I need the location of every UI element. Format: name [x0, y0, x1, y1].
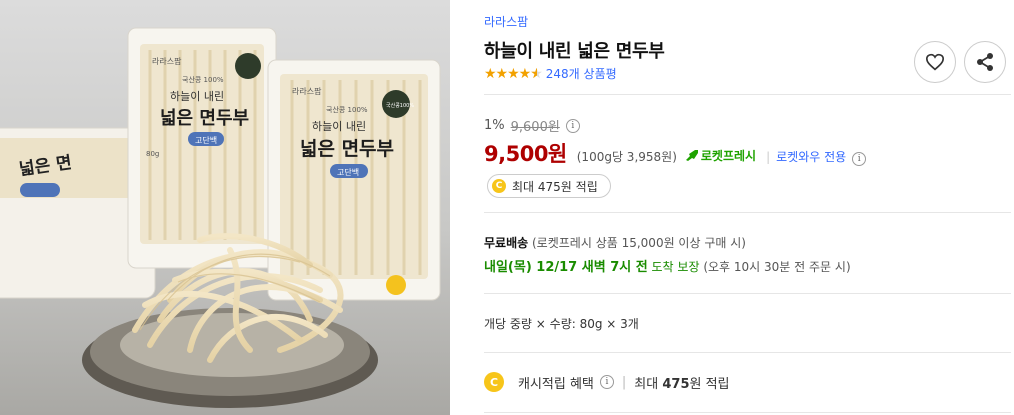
divider: [484, 212, 1011, 213]
share-button[interactable]: [964, 41, 1006, 83]
free-shipping-condition: (로켓프레시 상품 15,000원 이상 구매 시): [532, 236, 746, 250]
svg-text:라라스팜: 라라스팜: [152, 56, 182, 66]
product-title: 하늘이 내린 넓은 면두부: [484, 41, 665, 62]
review-count-link[interactable]: 248개 상품평: [546, 65, 617, 82]
package-center: 라라스팜 국산콩 100% 하늘이 내린 넓은 면두부 고단백 80g: [127, 27, 277, 269]
wishlist-button[interactable]: [914, 41, 956, 83]
svg-text:넓은 면두부: 넓은 면두부: [300, 138, 394, 160]
svg-text:라라스팜: 라라스팜: [292, 86, 322, 96]
divider: [484, 352, 1011, 353]
svg-text:국산콩 100%: 국산콩 100%: [326, 105, 368, 114]
svg-text:80g: 80g: [146, 150, 159, 158]
svg-text:하늘이 내린: 하늘이 내린: [312, 119, 366, 133]
free-shipping-row: 무료배송 (로켓프레시 상품 15,000원 이상 구매 시): [484, 234, 746, 251]
coin-icon: C: [484, 372, 504, 392]
share-icon: [977, 53, 993, 71]
svg-text:고단백: 고단백: [337, 167, 359, 177]
info-icon[interactable]: i: [852, 152, 867, 166]
svg-text:국산콩 100%: 국산콩 100%: [182, 75, 224, 84]
original-price: 9,600원: [510, 120, 560, 135]
discount-rate: 1%: [484, 118, 505, 133]
rocket-fresh-badge: 로켓프레시: [685, 147, 756, 164]
cash-reward-text: 최대 475원 적립: [512, 179, 598, 194]
brand-link[interactable]: 라라스팜: [484, 13, 528, 30]
coin-icon: C: [492, 179, 506, 193]
arrival-row: 내일(목) 12/17 새벽 7시 전 도착 보장 (오후 10시 30분 전 …: [484, 256, 851, 275]
divider: [484, 293, 1011, 294]
svg-text:국산콩100%: 국산콩100%: [386, 102, 414, 109]
arrival-note: (오후 10시 30분 전 주문 시): [703, 260, 851, 274]
price-row: 9,500원 (100g당 3,958원) 로켓프레시 | 로켓와우 전용 i: [484, 138, 867, 168]
svg-text:하늘이 내린: 하늘이 내린: [170, 89, 224, 103]
free-shipping-label: 무료배송: [484, 236, 529, 250]
separator: |: [621, 374, 627, 390]
sale-price: 9,500원: [484, 142, 567, 166]
product-image[interactable]: 넓은 면 라라스팜 국산콩 100% 하늘이 내린 넓은 면두부 고단백 80g: [0, 0, 450, 415]
cash-benefit-label: 캐시적립 혜택: [518, 376, 594, 392]
package-right: 라라스팜 국산콩 100% 하늘이 내린 넓은 면두부 고단백 국산콩100%: [267, 59, 441, 301]
rocket-icon: [685, 150, 698, 161]
divider: [484, 94, 1011, 95]
unit-price: (100g당 3,958원): [576, 150, 677, 164]
rocket-wow-label: 로켓와우 전용: [776, 150, 847, 164]
star-rating: ★★★★★: [484, 66, 543, 82]
rocket-fresh-label: 로켓프레시: [700, 148, 757, 163]
product-spec: 개당 중량 × 수량: 80g × 3개: [484, 317, 639, 331]
svg-text:넓은 면두부: 넓은 면두부: [160, 108, 249, 129]
heart-icon: [925, 53, 945, 71]
info-icon[interactable]: i: [599, 375, 614, 389]
divider: [484, 412, 1011, 413]
arrival-guarantee: 도착 보장: [651, 260, 700, 274]
discount-row: 1% 9,600원 i: [484, 116, 580, 135]
plate: [82, 308, 378, 408]
svg-text:고단백: 고단백: [195, 135, 217, 145]
cash-benefit-value: 최대 475원 적립: [634, 376, 730, 392]
cash-benefit-row: C 캐시적립 혜택 i | 최대 475원 적립: [484, 372, 730, 392]
rating[interactable]: ★★★★★ 248개 상품평: [484, 65, 617, 82]
cash-reward-badge: C 최대 475원 적립: [487, 174, 611, 198]
separator: |: [766, 150, 771, 164]
info-icon[interactable]: i: [565, 118, 580, 133]
arrival-date: 내일(목) 12/17 새벽 7시 전: [484, 260, 648, 275]
